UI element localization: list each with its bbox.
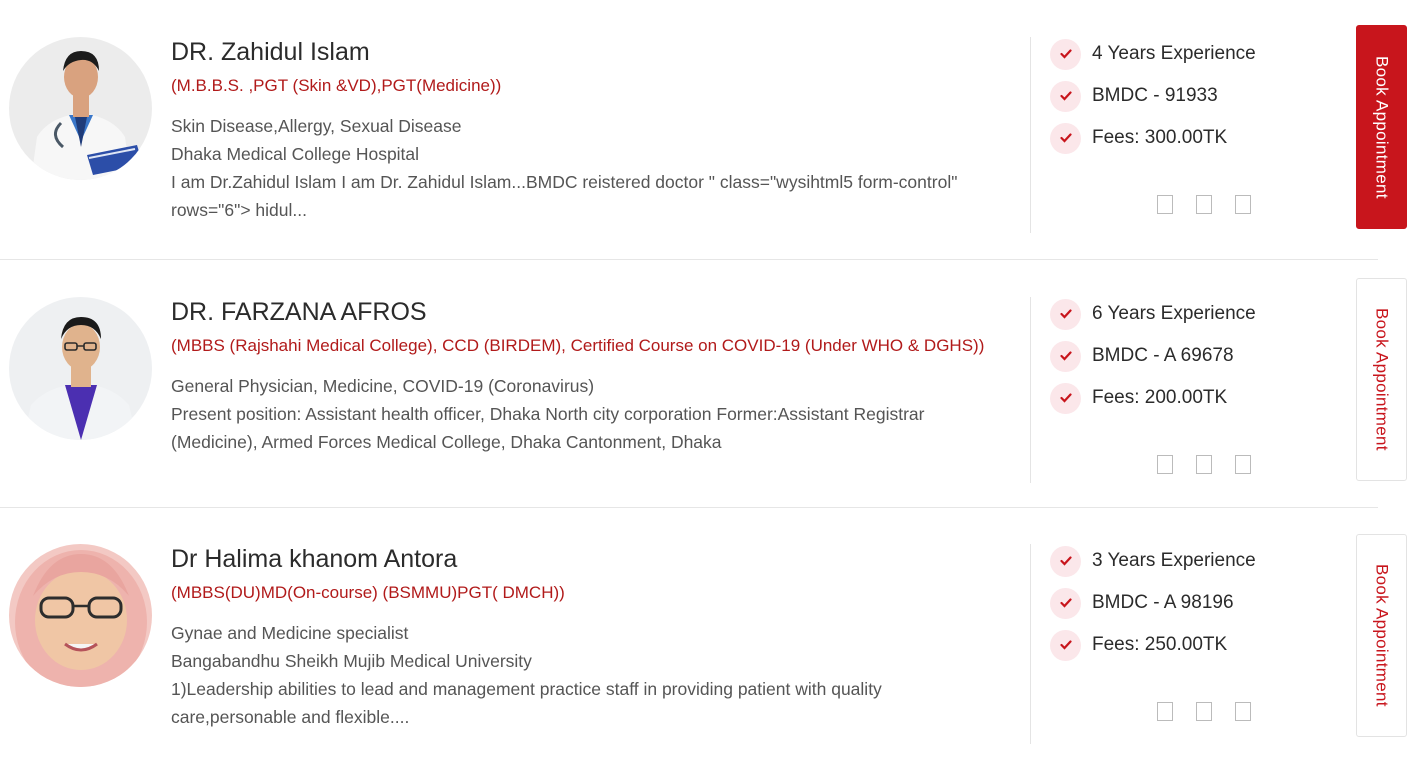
social-icon-3[interactable] — [1235, 195, 1251, 214]
doctor-specialty: Skin Disease,Allergy, Sexual Disease — [171, 116, 462, 136]
doctor-name: DR. Zahidul Islam — [171, 38, 370, 66]
doctor-card-halima: Dr Halima khanom Antora (MBBS(DU)MD(On-c… — [0, 508, 1417, 762]
book-appointment-button[interactable]: Book Appointment — [1356, 534, 1407, 737]
check-icon — [1050, 38, 1081, 70]
check-icon — [1050, 382, 1081, 414]
experience-stat: 6 Years Experience — [1050, 298, 1256, 330]
doctor-description: General Physician, Medicine, COVID-19 (C… — [171, 372, 1016, 456]
social-icons — [1157, 455, 1251, 474]
book-appointment-label: Book Appointment — [1372, 564, 1392, 707]
fees-text: Fees: 200.00TK — [1092, 387, 1228, 408]
doctor-description: Skin Disease,Allergy, Sexual Disease Dha… — [171, 112, 1016, 224]
book-appointment-label: Book Appointment — [1372, 308, 1392, 451]
social-icon-1[interactable] — [1157, 455, 1173, 474]
social-icon-2[interactable] — [1196, 702, 1212, 721]
social-icons — [1157, 195, 1251, 214]
social-icon-1[interactable] — [1157, 195, 1173, 214]
doctor-card-zahidul: DR. Zahidul Islam (M.B.B.S. ,PGT (Skin &… — [0, 0, 1417, 260]
doctor-specialty: General Physician, Medicine, COVID-19 (C… — [171, 376, 595, 396]
bmdc-stat: BMDC - 91933 — [1050, 80, 1218, 112]
experience-stat: 3 Years Experience — [1050, 545, 1256, 577]
doctor-about-line1: I am Dr.Zahidul Islam I am Dr. Zahidul I… — [171, 172, 958, 192]
vertical-divider — [1030, 544, 1031, 744]
check-icon — [1050, 587, 1081, 619]
doctor-about-line1: Present position: Assistant health offic… — [171, 404, 925, 424]
book-appointment-label: Book Appointment — [1372, 55, 1392, 199]
doctor-avatar — [9, 297, 152, 440]
doctor-qualifications: (MBBS (Rajshahi Medical College), CCD (B… — [171, 336, 985, 355]
doctor-about-line2: (Medicine), Armed Forces Medical College… — [171, 432, 722, 452]
doctor-about-line1: 1)Leadership abilities to lead and manag… — [171, 679, 882, 699]
check-icon — [1050, 298, 1081, 330]
vertical-divider — [1030, 37, 1031, 233]
experience-stat: 4 Years Experience — [1050, 38, 1256, 70]
bmdc-text: BMDC - A 98196 — [1092, 592, 1234, 613]
bmdc-stat: BMDC - A 98196 — [1050, 587, 1234, 619]
check-icon — [1050, 545, 1081, 577]
fees-stat: Fees: 250.00TK — [1050, 629, 1227, 661]
doctor-avatar — [9, 544, 152, 687]
check-icon — [1050, 629, 1081, 661]
fees-text: Fees: 250.00TK — [1092, 634, 1228, 655]
doctor-specialty: Gynae and Medicine specialist — [171, 623, 409, 643]
fees-text: Fees: 300.00TK — [1092, 127, 1228, 148]
doctor-description: Gynae and Medicine specialist Bangabandh… — [171, 619, 1016, 731]
vertical-divider — [1030, 297, 1031, 483]
social-icon-1[interactable] — [1157, 702, 1173, 721]
experience-text: 4 Years Experience — [1092, 43, 1256, 64]
doctor-workplace: Dhaka Medical College Hospital — [171, 144, 420, 164]
book-appointment-button[interactable]: Book Appointment — [1356, 25, 1407, 229]
doctor-about-line2: care,personable and flexible.... — [171, 707, 410, 727]
doctor-avatar — [9, 37, 152, 180]
fees-stat: Fees: 300.00TK — [1050, 122, 1227, 154]
social-icons — [1157, 702, 1251, 721]
social-icon-3[interactable] — [1235, 702, 1251, 721]
check-icon — [1050, 340, 1081, 372]
doctor-qualifications: (MBBS(DU)MD(On-course) (BSMMU)PGT( DMCH)… — [171, 583, 565, 602]
experience-text: 3 Years Experience — [1092, 550, 1256, 571]
book-appointment-button[interactable]: Book Appointment — [1356, 278, 1407, 481]
fees-stat: Fees: 200.00TK — [1050, 382, 1227, 414]
social-icon-2[interactable] — [1196, 455, 1212, 474]
doctor-name: DR. FARZANA AFROS — [171, 298, 427, 326]
doctor-about-line2: rows="6"> hidul... — [171, 200, 307, 220]
doctor-qualifications: (M.B.B.S. ,PGT (Skin &VD),PGT(Medicine)) — [171, 76, 502, 95]
check-icon — [1050, 122, 1081, 154]
bmdc-text: BMDC - A 69678 — [1092, 345, 1234, 366]
doctor-name: Dr Halima khanom Antora — [171, 545, 458, 573]
social-icon-3[interactable] — [1235, 455, 1251, 474]
experience-text: 6 Years Experience — [1092, 303, 1256, 324]
bmdc-stat: BMDC - A 69678 — [1050, 340, 1234, 372]
doctor-workplace: Bangabandhu Sheikh Mujib Medical Univers… — [171, 651, 532, 671]
social-icon-2[interactable] — [1196, 195, 1212, 214]
bmdc-text: BMDC - 91933 — [1092, 85, 1218, 106]
check-icon — [1050, 80, 1081, 112]
doctor-card-farzana: DR. FARZANA AFROS (MBBS (Rajshahi Medica… — [0, 260, 1417, 508]
